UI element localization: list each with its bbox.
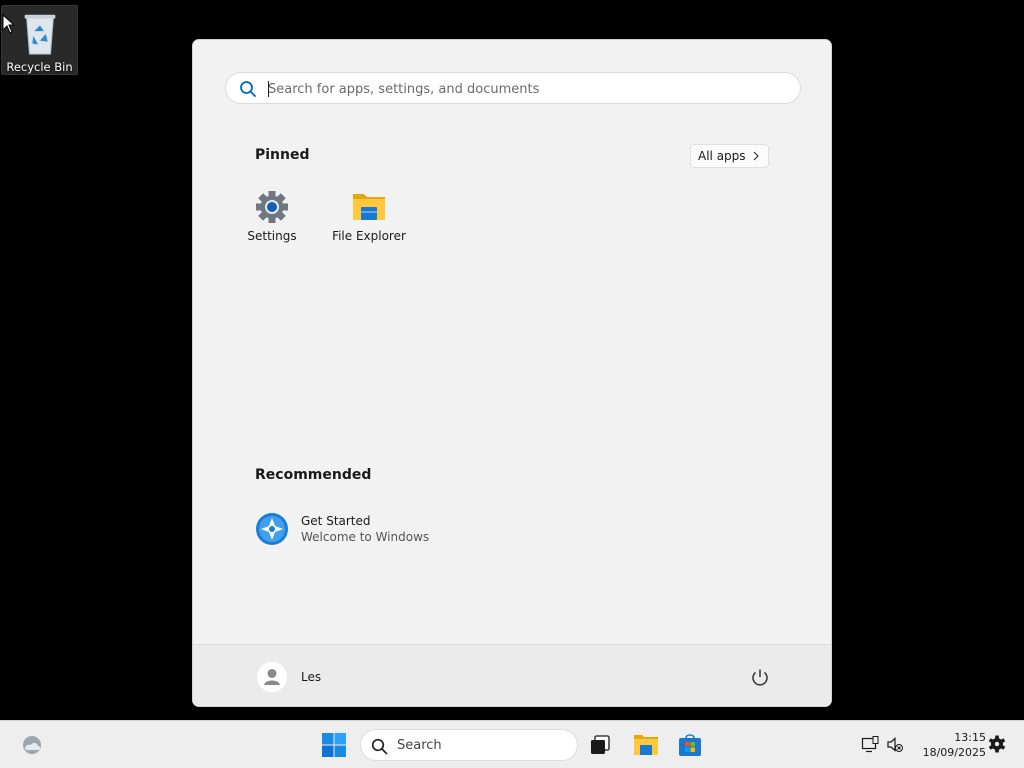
start-button[interactable] (318, 729, 350, 761)
task-view-icon (591, 735, 610, 754)
pinned-app-file-explorer[interactable]: File Explorer (324, 190, 414, 250)
get-started-icon (256, 513, 288, 545)
user-account-button[interactable]: Les (257, 661, 321, 693)
start-search-box[interactable] (225, 72, 801, 104)
weather-icon (23, 736, 41, 754)
start-menu: Pinned All apps Settings (192, 39, 832, 707)
avatar-icon (257, 662, 287, 692)
network-icon[interactable] (861, 736, 879, 754)
search-icon (240, 81, 256, 97)
windows-logo-icon (322, 733, 346, 757)
taskbar-search-box[interactable]: Search (360, 729, 578, 761)
recycle-bin-icon (24, 14, 55, 55)
widgets-button[interactable] (16, 729, 48, 761)
taskbar-clock[interactable]: 13:15 18/09/2025 (914, 730, 986, 760)
taskbar-file-explorer[interactable] (630, 729, 662, 761)
pinned-app-label: File Explorer (332, 229, 406, 243)
clock-time: 13:15 (954, 731, 986, 744)
taskbar-microsoft-store[interactable] (674, 729, 706, 761)
all-apps-button[interactable]: All apps (690, 144, 769, 168)
start-search-input[interactable] (268, 78, 768, 100)
folder-icon (353, 194, 385, 220)
chevron-right-icon (753, 151, 759, 161)
recommended-item-subtitle: Welcome to Windows (301, 530, 430, 544)
search-icon (371, 738, 388, 755)
mouse-cursor-icon (2, 14, 14, 34)
pinned-title: Pinned (255, 147, 310, 163)
recommended-item-get-started[interactable]: Get Started Welcome to Windows (255, 512, 505, 548)
text-caret (268, 81, 269, 97)
start-menu-footer: Les (193, 644, 831, 706)
speaker-muted-icon[interactable] (886, 736, 904, 754)
recommended-item-title: Get Started (301, 514, 371, 528)
recommended-title: Recommended (255, 467, 372, 483)
clock-date: 18/09/2025 (922, 746, 986, 759)
recycle-bin-label: Recycle Bin (6, 60, 73, 74)
gear-icon (256, 191, 288, 223)
pinned-app-label: Settings (247, 229, 297, 243)
power-icon[interactable] (749, 667, 771, 689)
task-view-button[interactable] (584, 729, 616, 761)
pinned-app-settings[interactable]: Settings (227, 190, 317, 250)
taskbar-search-label: Search (397, 738, 442, 753)
notification-settings-icon[interactable] (988, 735, 1006, 753)
taskbar: Search 13:15 18/09/2025 (0, 720, 1024, 768)
user-name: Les (301, 670, 322, 684)
all-apps-label: All apps (698, 149, 746, 163)
folder-icon (634, 735, 658, 755)
store-icon (679, 734, 701, 756)
